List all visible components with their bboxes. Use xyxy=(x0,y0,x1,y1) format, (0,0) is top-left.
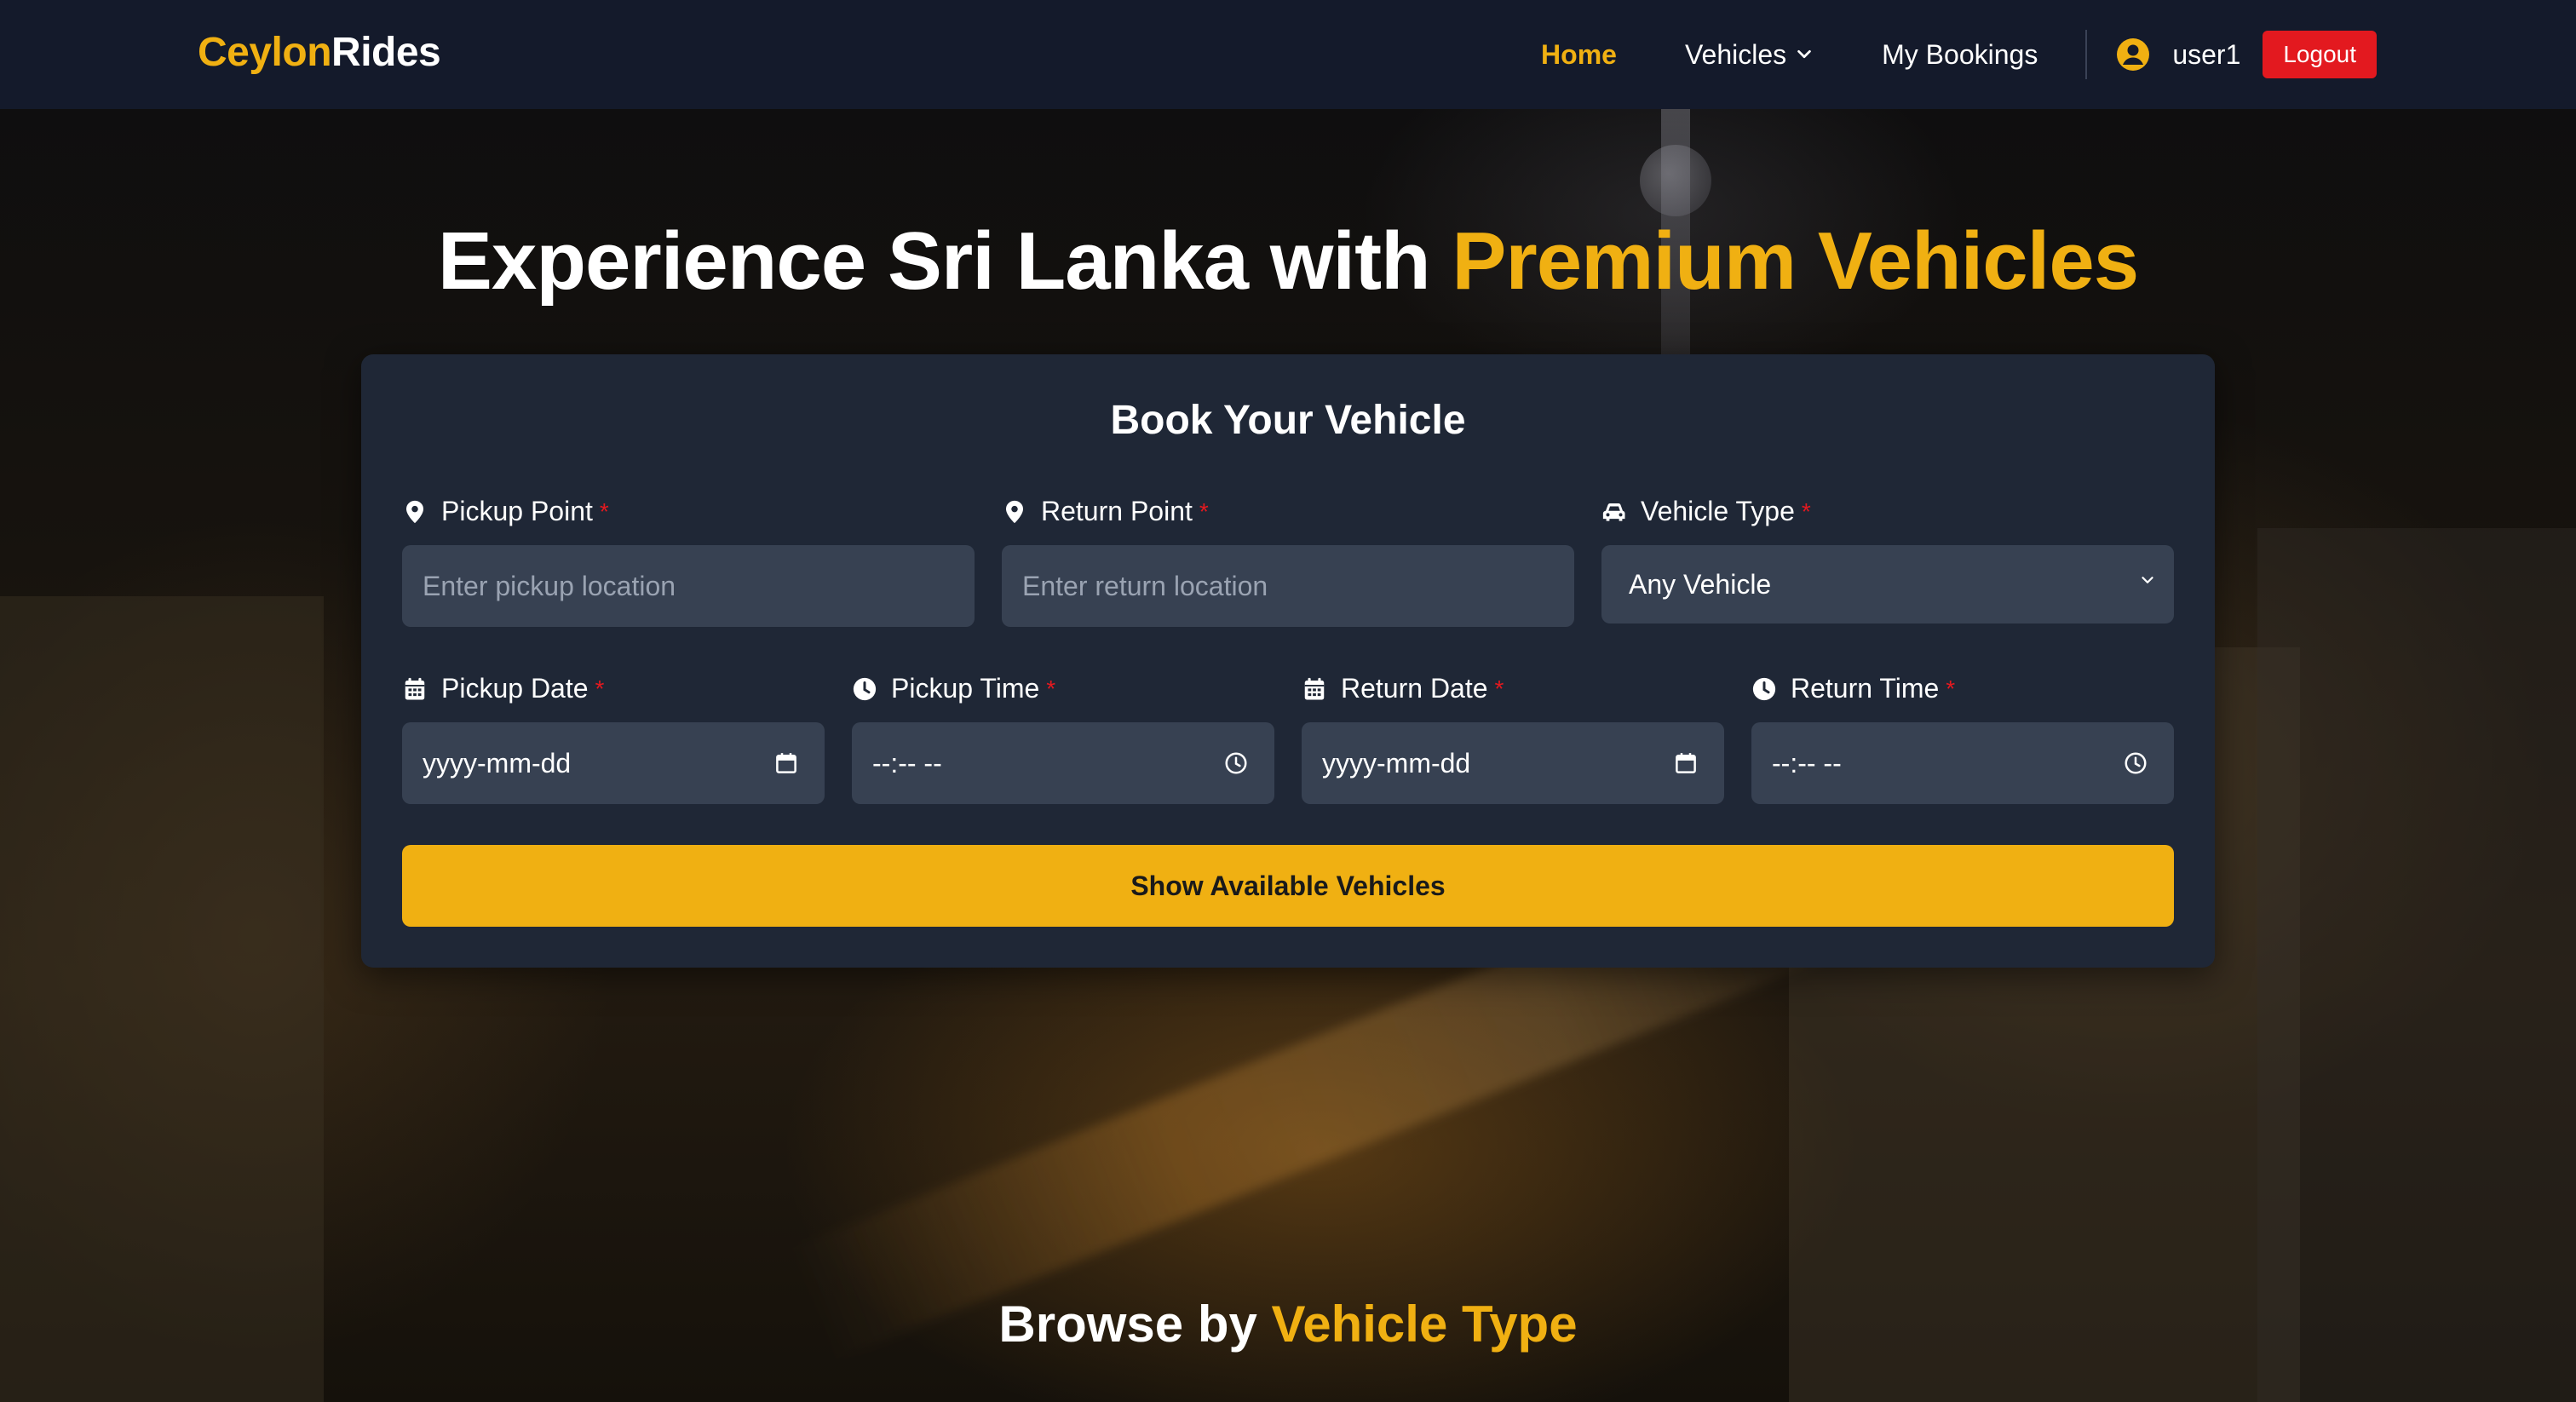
return-date-input[interactable]: yyyy-mm-dd xyxy=(1302,722,1724,804)
browse-section-title: Browse by Vehicle Type xyxy=(0,1295,2576,1353)
hero-title: Experience Sri Lanka with Premium Vehicl… xyxy=(0,215,2576,308)
required-marker: * xyxy=(1199,497,1209,525)
show-available-vehicles-button[interactable]: Show Available Vehicles xyxy=(402,845,2174,927)
pickup-time-label-text: Pickup Time xyxy=(891,673,1040,704)
pickup-date-value: yyyy-mm-dd xyxy=(423,747,572,779)
navbar: CeylonRides Home Vehicles My Bookings us… xyxy=(0,0,2576,109)
return-date-label: Return Date * xyxy=(1302,673,1504,704)
vehicle-type-selected-value: Any Vehicle xyxy=(1629,568,1772,600)
pickup-location-input[interactable]: Enter pickup location xyxy=(402,545,975,627)
pickup-date-label: Pickup Date * xyxy=(402,673,604,704)
required-marker: * xyxy=(599,497,609,525)
hero-title-accent: Premium Vehicles xyxy=(1452,215,2139,307)
pickup-date-input[interactable]: yyyy-mm-dd xyxy=(402,722,825,804)
pickup-time-input[interactable]: --:-- -- xyxy=(852,722,1274,804)
clock-icon xyxy=(853,677,877,700)
return-point-label-text: Return Point xyxy=(1041,496,1193,526)
required-marker: * xyxy=(595,675,605,702)
pickup-point-label: Pickup Point * xyxy=(402,496,609,527)
required-marker: * xyxy=(1801,497,1811,525)
required-marker: * xyxy=(1494,675,1504,702)
return-date-value: yyyy-mm-dd xyxy=(1322,747,1471,779)
return-time-label: Return Time * xyxy=(1751,673,1955,704)
browse-title-accent: Vehicle Type xyxy=(1271,1296,1578,1353)
nav-my-bookings[interactable]: My Bookings xyxy=(1882,39,2038,71)
brand-part-ceylon: Ceylon xyxy=(198,30,332,75)
nav-vehicles-label: Vehicles xyxy=(1684,38,1787,70)
pickup-point-label-text: Pickup Point xyxy=(441,496,593,526)
hero-title-main: Experience Sri Lanka with xyxy=(437,215,1452,307)
pickup-time-value: --:-- -- xyxy=(872,747,942,779)
nav-menu: Home Vehicles My Bookings user1 Logout xyxy=(1473,0,2377,109)
map-pin-icon xyxy=(1006,500,1023,523)
vehicle-type-label-text: Vehicle Type xyxy=(1641,496,1795,526)
username-label: user1 xyxy=(2172,38,2241,70)
clock-icon[interactable] xyxy=(2123,750,2148,776)
calendar-icon xyxy=(405,677,425,699)
clock-icon xyxy=(1752,677,1776,700)
return-time-value: --:-- -- xyxy=(1772,747,1842,779)
chevron-down-icon xyxy=(2142,577,2153,583)
brand-logo[interactable]: CeylonRides xyxy=(198,29,441,76)
vehicle-type-label: Vehicle Type * xyxy=(1601,496,1811,527)
user-circle-icon xyxy=(2117,38,2150,71)
return-time-input[interactable]: --:-- -- xyxy=(1751,722,2174,804)
pickup-time-label: Pickup Time * xyxy=(852,673,1055,704)
booking-card-title: Book Your Vehicle xyxy=(1110,398,1466,443)
nav-home[interactable]: Home xyxy=(1541,39,1617,71)
nav-vehicles-dropdown[interactable]: Vehicles xyxy=(1685,39,1814,71)
map-pin-icon xyxy=(406,500,423,523)
logout-button[interactable]: Logout xyxy=(2263,31,2377,78)
required-marker: * xyxy=(1046,675,1056,702)
clock-icon[interactable] xyxy=(1223,750,1249,776)
return-time-label-text: Return Time xyxy=(1791,673,1940,704)
browse-title-main: Browse by xyxy=(998,1296,1272,1353)
pickup-date-label-text: Pickup Date xyxy=(441,673,589,704)
vehicle-type-select[interactable]: Any Vehicle xyxy=(1601,545,2174,623)
user-menu[interactable]: user1 xyxy=(2116,37,2240,72)
required-marker: * xyxy=(1946,675,1956,702)
brand-part-rides: Rides xyxy=(331,30,441,75)
return-point-label: Return Point * xyxy=(1002,496,1209,527)
chevron-down-icon xyxy=(1797,49,1811,59)
return-location-input[interactable]: Enter return location xyxy=(1002,545,1574,627)
nav-divider xyxy=(2085,30,2088,79)
calendar-icon[interactable] xyxy=(773,750,799,776)
return-date-label-text: Return Date xyxy=(1341,673,1488,704)
calendar-icon[interactable] xyxy=(1673,750,1699,776)
calendar-icon xyxy=(1304,677,1325,699)
car-icon xyxy=(1602,503,1625,521)
